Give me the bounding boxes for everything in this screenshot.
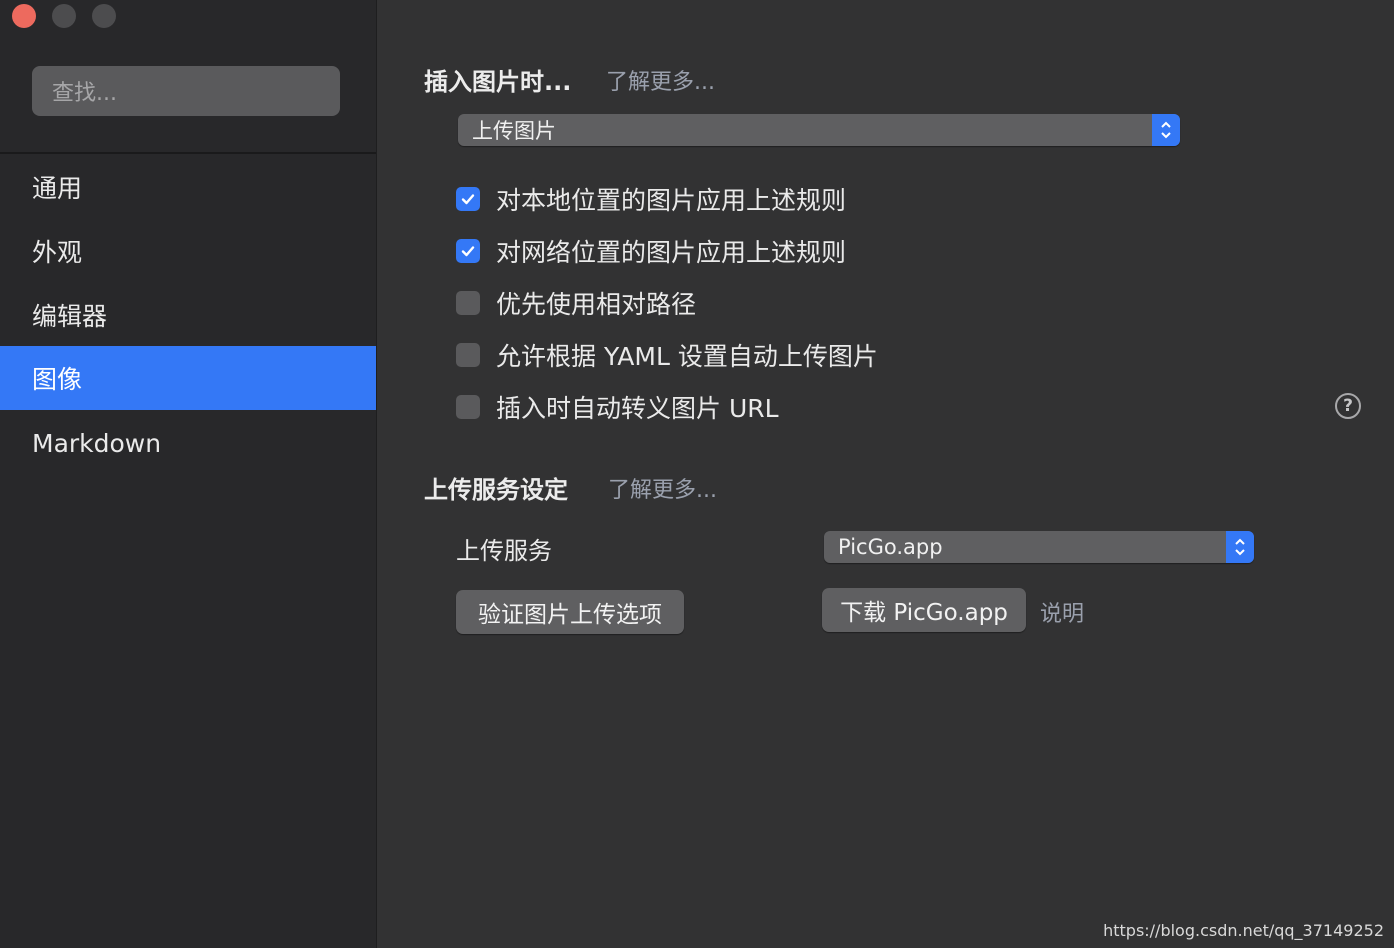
option-label: 优先使用相对路径	[496, 290, 697, 319]
download-picgo-button[interactable]: 下载 PicGo.app	[822, 588, 1026, 632]
sidebar-item-label: 通用	[32, 174, 83, 203]
option-relative-path[interactable]: 优先使用相对路径	[456, 288, 697, 319]
upload-service-label: 上传服务	[456, 537, 552, 565]
checkbox-unchecked[interactable]	[456, 291, 480, 315]
option-label: 允许根据 YAML 设置自动上传图片	[496, 342, 878, 371]
select-value: PicGo.app	[838, 535, 943, 559]
select-stepper-icon	[1226, 531, 1254, 563]
sidebar-item-label: 编辑器	[32, 302, 108, 331]
sidebar-item-label: 图像	[32, 365, 83, 394]
upload-service-select[interactable]: PicGo.app	[824, 531, 1254, 563]
select-stepper-icon	[1152, 114, 1180, 146]
zoom-window-button[interactable]	[92, 4, 116, 28]
checkbox-unchecked[interactable]	[456, 343, 480, 367]
search-placeholder: 查找...	[52, 81, 117, 106]
upload-service-title: 上传服务设定	[424, 476, 568, 504]
sidebar: 查找... 通用 外观 编辑器 图像 Markdown	[0, 0, 377, 948]
window-controls	[12, 4, 116, 28]
sidebar-item-markdown[interactable]: Markdown	[0, 411, 376, 475]
watermark-text: https://blog.csdn.net/qq_37149252	[1103, 921, 1384, 940]
option-escape-url[interactable]: 插入时自动转义图片 URL	[456, 392, 779, 423]
checkbox-checked[interactable]	[456, 239, 480, 263]
sidebar-item-label: Markdown	[32, 428, 162, 458]
help-icon[interactable]: ?	[1335, 393, 1361, 419]
explain-link[interactable]: 说明	[1040, 596, 1084, 628]
option-local-images[interactable]: 对本地位置的图片应用上述规则	[456, 184, 847, 215]
option-yaml-auto-upload[interactable]: 允许根据 YAML 设置自动上传图片	[456, 340, 878, 371]
insert-image-title: 插入图片时...	[424, 68, 572, 96]
option-network-images[interactable]: 对网络位置的图片应用上述规则	[456, 236, 847, 267]
checkbox-checked[interactable]	[456, 187, 480, 211]
insert-image-action-select[interactable]: 上传图片	[458, 114, 1180, 146]
sidebar-item-appearance[interactable]: 外观	[0, 219, 376, 283]
sidebar-item-label: 外观	[32, 238, 83, 267]
checkbox-unchecked[interactable]	[456, 395, 480, 419]
sidebar-item-editor[interactable]: 编辑器	[0, 283, 376, 347]
verify-upload-button[interactable]: 验证图片上传选项	[456, 590, 684, 634]
upload-service-learn-more-link[interactable]: 了解更多...	[608, 472, 717, 504]
option-label: 插入时自动转义图片 URL	[496, 394, 779, 423]
option-label: 对本地位置的图片应用上述规则	[496, 186, 847, 215]
insert-image-learn-more-link[interactable]: 了解更多...	[606, 64, 715, 96]
close-window-button[interactable]	[12, 4, 36, 28]
option-label: 对网络位置的图片应用上述规则	[496, 238, 847, 267]
select-value: 上传图片	[472, 119, 556, 143]
search-input[interactable]: 查找...	[32, 66, 340, 116]
minimize-window-button[interactable]	[52, 4, 76, 28]
sidebar-divider	[0, 152, 376, 154]
sidebar-item-general[interactable]: 通用	[0, 155, 376, 219]
sidebar-item-image[interactable]: 图像	[0, 346, 376, 410]
